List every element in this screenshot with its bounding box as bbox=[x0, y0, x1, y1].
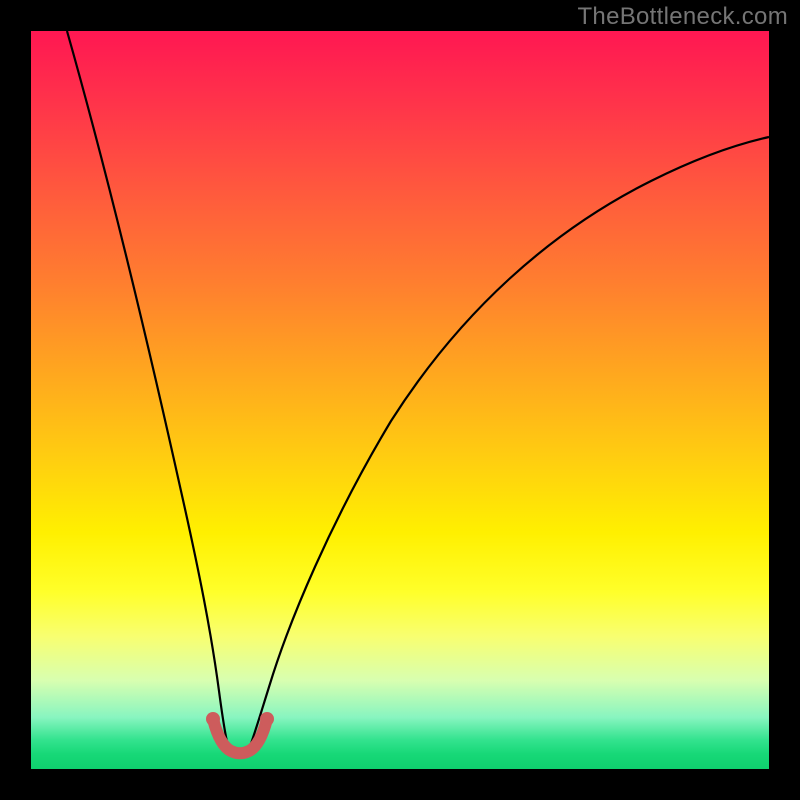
valley-highlight-segment bbox=[213, 719, 267, 753]
curve-right-branch bbox=[249, 137, 769, 749]
valley-endpoint-left bbox=[206, 712, 220, 726]
valley-endpoint-right bbox=[260, 712, 274, 726]
chart-plot-area bbox=[31, 31, 769, 769]
curve-left-branch bbox=[67, 31, 229, 749]
chart-svg bbox=[31, 31, 769, 769]
watermark-text: TheBottleneck.com bbox=[577, 3, 788, 31]
